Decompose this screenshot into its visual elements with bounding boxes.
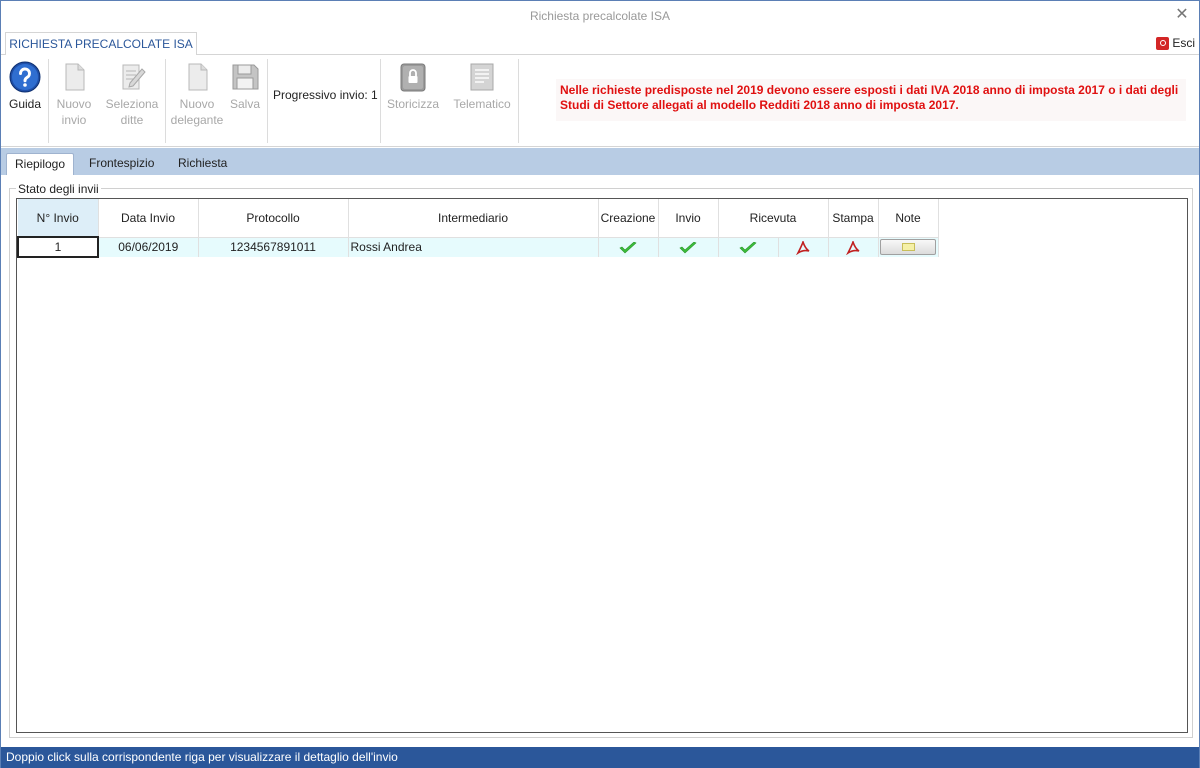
col-header-invio[interactable]: Invio bbox=[658, 199, 719, 238]
cell-protocollo[interactable]: 1234567891011 bbox=[198, 237, 349, 257]
storicizza-label: Storicizza bbox=[387, 97, 440, 111]
note-icon bbox=[902, 243, 915, 252]
window-title: Richiesta precalcolate ISA bbox=[529, 9, 671, 23]
ribbon-separator bbox=[518, 59, 519, 143]
seleziona-label-2: ditte bbox=[120, 113, 144, 127]
help-icon bbox=[9, 61, 41, 93]
pdf-icon bbox=[846, 240, 860, 255]
table-header-row: N° Invio Data Invio Protocollo Intermedi… bbox=[18, 199, 939, 238]
col-header-note[interactable]: Note bbox=[878, 199, 939, 238]
invii-grid[interactable]: N° Invio Data Invio Protocollo Intermedi… bbox=[16, 198, 1188, 733]
edit-document-icon bbox=[122, 64, 146, 90]
telematic-document-icon bbox=[470, 63, 494, 91]
guida-label: Guida bbox=[8, 97, 42, 111]
exit-label: Esci bbox=[1172, 36, 1195, 50]
guida-button[interactable]: Guida bbox=[7, 61, 43, 112]
nuovo-invio-label-2: invio bbox=[61, 113, 87, 127]
invii-table: N° Invio Data Invio Protocollo Intermedi… bbox=[17, 199, 939, 258]
pdf-icon bbox=[796, 240, 810, 255]
application-window: Richiesta precalcolate ISA ✕ RICHIESTA P… bbox=[0, 0, 1200, 768]
tab-riepilogo[interactable]: Riepilogo bbox=[6, 153, 75, 175]
col-header-stampa[interactable]: Stampa bbox=[828, 199, 879, 238]
check-icon bbox=[739, 242, 757, 254]
nuovo-invio-label-1: Nuovo bbox=[56, 97, 92, 111]
nuovo-delegante-button[interactable]: Nuovo delegante bbox=[169, 61, 225, 128]
nuovo-delegante-label-1: Nuovo bbox=[179, 97, 215, 111]
check-icon bbox=[619, 242, 637, 254]
cell-data-invio[interactable]: 06/06/2019 bbox=[98, 237, 199, 257]
ribbon-separator bbox=[267, 59, 268, 143]
power-icon bbox=[1156, 36, 1170, 50]
tab-richiesta-precalcolate[interactable]: RICHIESTA PRECALCOLATE ISA bbox=[5, 32, 197, 56]
tab-frontespizio[interactable]: Frontespizio bbox=[81, 153, 162, 175]
seleziona-label-1: Seleziona bbox=[105, 97, 159, 111]
storicizza-button[interactable]: Storicizza bbox=[387, 61, 439, 112]
ribbon-toolbar: Guida Nuovo invio Seleziona ditte Nuovo … bbox=[1, 55, 1199, 147]
table-row[interactable]: 1 06/06/2019 1234567891011 Rossi Andrea bbox=[17, 236, 939, 258]
telematico-button[interactable]: Telematico bbox=[451, 61, 513, 112]
new-document-icon bbox=[65, 63, 85, 91]
seleziona-ditte-button[interactable]: Seleziona ditte bbox=[104, 61, 160, 128]
save-icon bbox=[232, 64, 259, 90]
cell-note[interactable] bbox=[878, 237, 939, 257]
col-header-ricevuta[interactable]: Ricevuta bbox=[718, 199, 829, 238]
col-header-protocollo[interactable]: Protocollo bbox=[198, 199, 349, 238]
salva-button[interactable]: Salva bbox=[228, 61, 262, 112]
progressivo-invio-label: Progressivo invio: 1 bbox=[273, 88, 378, 102]
nuovo-invio-button[interactable]: Nuovo invio bbox=[53, 61, 95, 128]
subtab-bar: Riepilogo Frontespizio Richiesta bbox=[1, 148, 1199, 175]
cell-n-invio[interactable]: 1 bbox=[17, 236, 99, 258]
cell-invio[interactable] bbox=[658, 237, 719, 257]
cell-creazione[interactable] bbox=[598, 237, 659, 257]
close-icon[interactable]: ✕ bbox=[1173, 6, 1191, 24]
warning-notice: Nelle richieste predisposte nel 2019 dev… bbox=[556, 79, 1186, 121]
salva-label: Salva bbox=[229, 97, 261, 111]
ribbon-separator bbox=[48, 59, 49, 143]
col-header-data-invio[interactable]: Data Invio bbox=[98, 199, 199, 238]
group-title: Stato degli invii bbox=[16, 182, 101, 196]
cell-ricevuta-pdf[interactable] bbox=[778, 237, 829, 257]
nuovo-delegante-label-2: delegante bbox=[170, 113, 224, 127]
riepilogo-panel: Stato degli invii N° Invio Data Invio Pr… bbox=[1, 175, 1199, 746]
col-header-n-invio[interactable]: N° Invio bbox=[18, 199, 99, 238]
telematico-label: Telematico bbox=[453, 97, 511, 111]
ribbon-tab-row: RICHIESTA PRECALCOLATE ISA Esci bbox=[1, 31, 1199, 56]
check-icon bbox=[679, 242, 697, 254]
cell-intermediario[interactable]: Rossi Andrea bbox=[348, 237, 599, 257]
note-button[interactable] bbox=[880, 239, 936, 256]
col-header-intermediario[interactable]: Intermediario bbox=[348, 199, 599, 238]
status-bar: Doppio click sulla corrispondente riga p… bbox=[1, 747, 1199, 768]
title-bar: Richiesta precalcolate ISA ✕ bbox=[1, 1, 1199, 31]
col-header-creazione[interactable]: Creazione bbox=[598, 199, 659, 238]
cell-stampa[interactable] bbox=[828, 237, 879, 257]
stato-invii-group: Stato degli invii N° Invio Data Invio Pr… bbox=[9, 182, 1193, 738]
archive-lock-icon bbox=[400, 63, 426, 92]
ribbon-separator bbox=[165, 59, 166, 143]
ribbon-separator bbox=[380, 59, 381, 143]
cell-ricevuta[interactable] bbox=[718, 237, 779, 257]
exit-button[interactable]: Esci bbox=[1156, 35, 1195, 51]
tab-richiesta[interactable]: Richiesta bbox=[170, 153, 235, 175]
new-document-icon bbox=[188, 63, 208, 91]
